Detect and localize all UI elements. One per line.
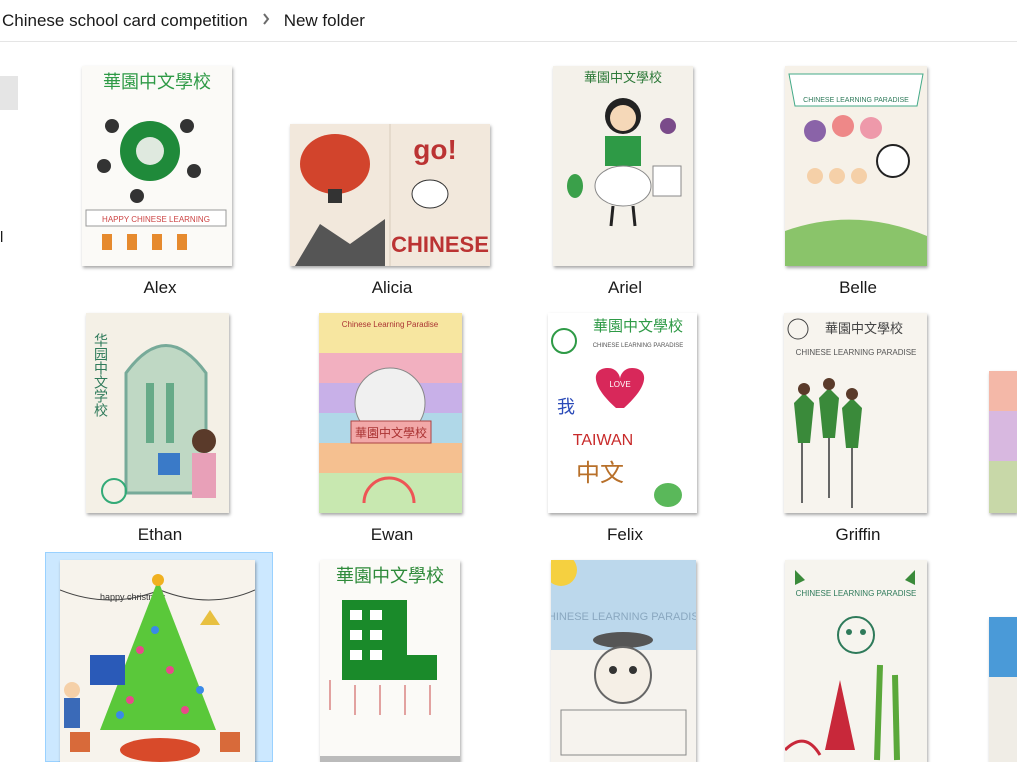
file-thumbnail-partial-2[interactable] bbox=[989, 617, 1017, 762]
file-name-label[interactable]: Ariel bbox=[525, 278, 725, 298]
file-name-label[interactable]: Ethan bbox=[60, 525, 260, 545]
school-name-text: 華園中文學校 bbox=[593, 317, 683, 335]
school-name-text: 華園中文學校 bbox=[825, 321, 903, 337]
file-thumbnail-felix[interactable]: 華園中文學校 CHINESE LEARNING PARADISE LOVE 我 … bbox=[548, 313, 697, 513]
file-name-label[interactable]: Alex bbox=[60, 278, 260, 298]
file-name-label[interactable]: Griffin bbox=[758, 525, 958, 545]
breadcrumb-item-parent[interactable]: Chinese school card competition bbox=[0, 11, 250, 31]
file-thumbnail-bamboo[interactable]: CHINESE LEARNING PARADISE bbox=[785, 560, 927, 762]
file-name-label[interactable]: Felix bbox=[525, 525, 725, 545]
file-thumbnail-belle[interactable]: CHINESE LEARNING PARADISE bbox=[785, 66, 927, 266]
file-thumbnail-panda-sky[interactable]: CHINESE LEARNING PARADISE bbox=[551, 560, 696, 762]
school-name-text: 華園中文學校 bbox=[103, 72, 211, 93]
nav-pane-selected-item[interactable] bbox=[0, 76, 18, 110]
file-name-label[interactable]: Belle bbox=[758, 278, 958, 298]
alicia-go-text: go! bbox=[413, 134, 457, 165]
felix-taiwan-text: TAIWAN bbox=[573, 432, 633, 449]
file-thumbnail-ariel[interactable]: 華園中文學校 bbox=[553, 66, 693, 266]
breadcrumb: Chinese school card competition New fold… bbox=[0, 0, 1017, 42]
navigation-pane: l bbox=[0, 43, 22, 762]
school-name-text: 華園中文學校 bbox=[584, 70, 662, 86]
alex-banner-text: HAPPY CHINESE LEARNING bbox=[102, 215, 210, 224]
belle-banner-text: CHINESE LEARNING PARADISE bbox=[803, 97, 909, 104]
file-thumbnail-christmas[interactable]: happy christmas bbox=[60, 560, 255, 762]
file-thumbnail-alicia[interactable]: go! CHINESE bbox=[290, 124, 490, 266]
ethan-vertical-text: 华园中文学校 bbox=[92, 333, 108, 417]
file-name-label[interactable]: Ewan bbox=[292, 525, 492, 545]
school-name-text: 華園中文學校 bbox=[355, 425, 427, 440]
nav-pane-item-label[interactable]: l bbox=[0, 229, 3, 246]
chevron-right-icon bbox=[258, 13, 274, 28]
paradise-text: CHINESE LEARNING PARADISE bbox=[796, 589, 917, 598]
file-thumbnail-alex[interactable]: 華園中文學校 HAPPY CHINESE LEARNING bbox=[82, 66, 232, 266]
file-thumbnail-ewan[interactable]: Chinese Learning Paradise 華園中文學校 bbox=[319, 313, 462, 513]
school-name-text: 華園中文學校 bbox=[336, 566, 444, 587]
felix-love-text: LOVE bbox=[609, 380, 630, 389]
felix-zhongwen-text: 中文 bbox=[576, 459, 624, 487]
felix-subtitle-text: CHINESE LEARNING PARADISE bbox=[593, 343, 684, 349]
file-thumbnail-partial[interactable] bbox=[989, 371, 1017, 513]
ewan-banner-text: Chinese Learning Paradise bbox=[342, 320, 439, 329]
file-thumbnail-school-building[interactable]: 華園中文學校 bbox=[320, 560, 460, 762]
paradise-sky-text: CHINESE LEARNING PARADISE bbox=[551, 611, 696, 623]
file-thumbnail-ethan[interactable]: 华园中文学校 bbox=[86, 313, 229, 513]
griffin-text: CHINESE LEARNING PARADISE bbox=[796, 348, 917, 357]
alicia-chinese-text: CHINESE bbox=[391, 232, 489, 257]
file-name-label[interactable]: Alicia bbox=[292, 278, 492, 298]
felix-wo-text: 我 bbox=[557, 397, 575, 418]
breadcrumb-item-current[interactable]: New folder bbox=[282, 11, 367, 31]
file-thumbnail-griffin[interactable]: 華園中文學校 CHINESE LEARNING PARADISE bbox=[784, 313, 927, 513]
